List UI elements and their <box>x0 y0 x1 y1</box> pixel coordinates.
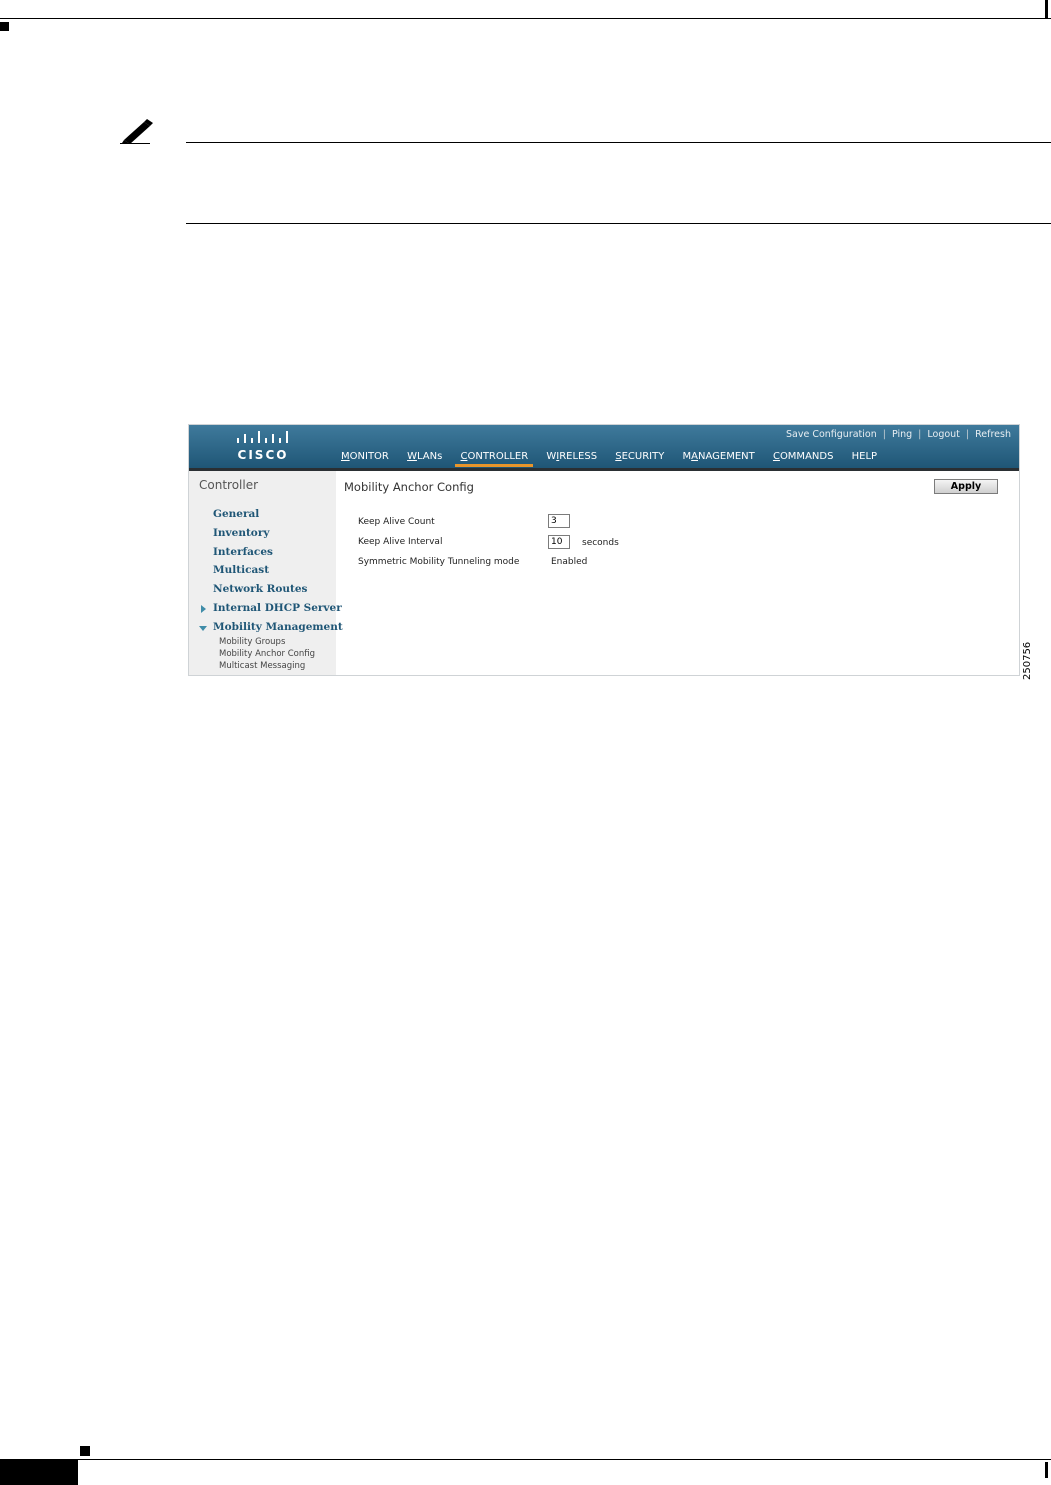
keep-alive-count-input[interactable] <box>548 514 570 528</box>
logout-link[interactable]: Logout <box>927 429 960 440</box>
page-top-rule <box>0 18 1051 19</box>
utility-links: Save Configuration | Ping | Logout | Refresh <box>785 429 1011 440</box>
sidebar-item-mobility-management[interactable]: Mobility Management <box>213 621 343 633</box>
controller-gui-screenshot: CISCO Save Configuration | Ping | Logout | Ref… <box>188 424 1020 676</box>
refresh-link[interactable]: Refresh <box>975 429 1011 440</box>
sidebar-title: Controller <box>199 478 259 492</box>
save-configuration-link[interactable]: Save Configuration <box>786 429 877 440</box>
page-bottom-rule <box>0 1459 1051 1460</box>
cisco-logo-text: CISCO <box>237 448 289 462</box>
symmetric-mobility-tunneling-label: Symmetric Mobility Tunneling mode <box>358 557 520 567</box>
sidebar-item-interfaces[interactable]: Interfaces <box>213 546 273 558</box>
cisco-bars-logo <box>237 431 288 443</box>
nav-management[interactable]: MANAGEMENT <box>683 451 755 462</box>
note-bottom-rule <box>186 223 1051 224</box>
keep-alive-count-label: Keep Alive Count <box>358 517 435 527</box>
figure-number: 250756 <box>1022 641 1033 680</box>
apply-button[interactable]: Apply <box>934 479 998 494</box>
sidebar-subitem-multicast-messaging[interactable]: Multicast Messaging <box>219 661 305 671</box>
nav-wireless[interactable]: WIRELESS <box>546 451 597 462</box>
nav-commands[interactable]: COMMANDS <box>773 451 833 462</box>
sidebar-item-inventory[interactable]: Inventory <box>213 527 269 539</box>
page-number-block <box>0 1460 78 1485</box>
page-bottom-left-mark <box>80 1446 90 1456</box>
main-nav: MONITOR WLANs CONTROLLER WIRELESS SECURI… <box>341 451 892 468</box>
keep-alive-interval-input[interactable] <box>548 535 570 549</box>
ping-link[interactable]: Ping <box>892 429 912 440</box>
nav-controller[interactable]: CONTROLLER <box>455 451 533 467</box>
page-top-right-mark <box>1045 0 1048 18</box>
nav-wlans[interactable]: WLANs <box>407 451 442 462</box>
sidebar-item-internal-dhcp-server[interactable]: Internal DHCP Server <box>213 602 342 614</box>
symmetric-mobility-tunneling-value: Enabled <box>551 557 588 567</box>
sidebar-item-multicast[interactable]: Multicast <box>213 564 269 576</box>
triangle-down-icon[interactable] <box>199 626 207 631</box>
cisco-logo: CISCO <box>233 431 293 465</box>
keep-alive-interval-unit: seconds <box>582 538 619 548</box>
pencil-note-icon <box>120 119 153 144</box>
sidebar-item-network-routes[interactable]: Network Routes <box>213 583 307 595</box>
page-title: Mobility Anchor Config <box>344 480 474 494</box>
page-bottom-right-mark <box>1045 1462 1048 1478</box>
note-top-rule <box>186 142 1051 143</box>
nav-help[interactable]: HELP <box>852 451 877 462</box>
nav-monitor[interactable]: MONITOR <box>341 451 389 462</box>
nav-security[interactable]: SECURITY <box>615 451 664 462</box>
sidebar-item-general[interactable]: General <box>213 508 259 520</box>
sidebar: Controller General Inventory Interfaces … <box>189 471 343 675</box>
triangle-right-icon[interactable] <box>201 605 206 613</box>
sidebar-subitem-mobility-anchor-config[interactable]: Mobility Anchor Config <box>219 649 315 659</box>
keep-alive-interval-label: Keep Alive Interval <box>358 537 443 547</box>
page-top-left-mark <box>0 22 9 31</box>
sidebar-subitem-mobility-groups[interactable]: Mobility Groups <box>219 637 285 647</box>
